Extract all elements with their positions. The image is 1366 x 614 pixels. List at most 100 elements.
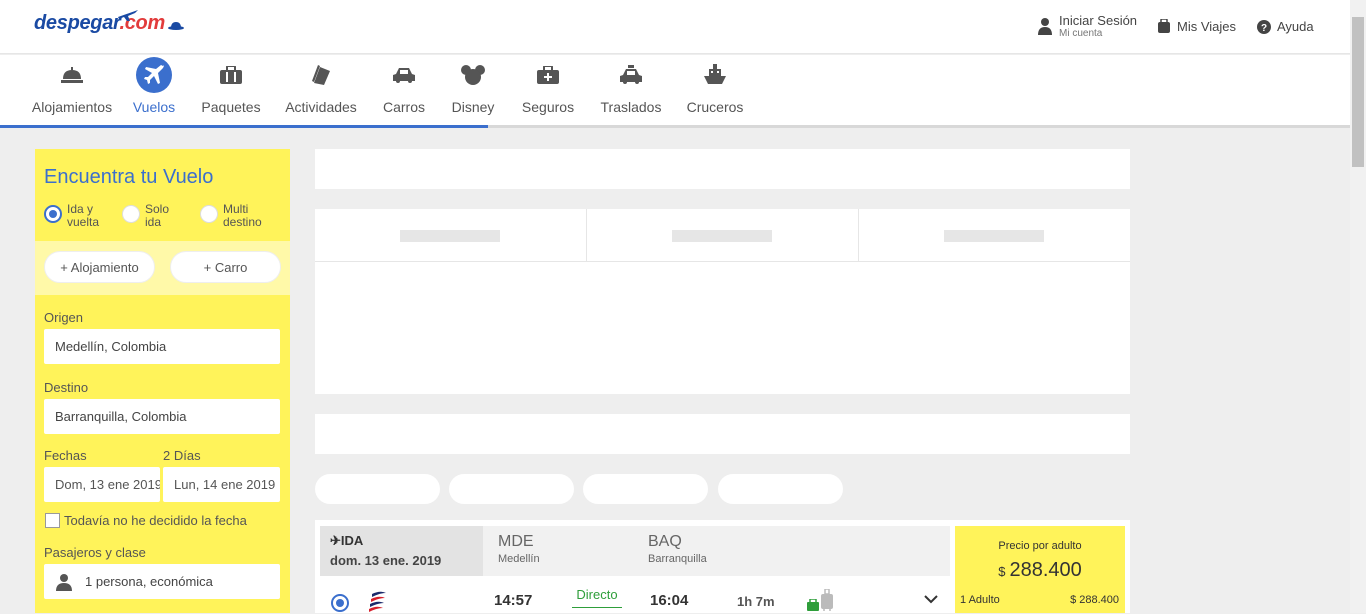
add-car-button[interactable]: + Carro [170, 251, 281, 283]
passengers-value: 1 persona, económica [85, 574, 213, 589]
page-scrollbar[interactable] [1350, 0, 1366, 613]
suitcase-icon [213, 57, 249, 93]
car-icon [386, 57, 422, 93]
nav-item-seguros[interactable]: Seguros [522, 55, 574, 125]
trip-type-multidestination[interactable]: Multi destino [200, 203, 262, 229]
nav-item-vuelos[interactable]: Vuelos [130, 55, 178, 125]
checkbox-label: Todavía no he decidido la fecha [64, 513, 247, 528]
signin-label: Iniciar Sesión [1059, 13, 1138, 28]
medkit-icon [530, 57, 566, 93]
radio-button[interactable] [44, 205, 62, 223]
flight-option-row[interactable]: 14:57 Directo 16:04 1h 7m [315, 580, 950, 613]
addons-bar: + Alojamiento + Carro [35, 241, 290, 295]
airport-city: Barranquilla [648, 553, 707, 565]
passengers-label: Pasajeros y clase [44, 545, 146, 560]
radio-button[interactable] [200, 205, 218, 223]
radio-label: vuelta [67, 215, 100, 229]
radio-button[interactable] [122, 205, 140, 223]
nav-label: Disney [451, 99, 495, 115]
flight-date: dom. 13 ene. 2019 [330, 553, 442, 568]
loading-filter-pill [315, 474, 440, 504]
signin-menu[interactable]: Iniciar Sesión Mi cuenta [1038, 13, 1137, 39]
days-count-label: 2 Días [163, 448, 201, 463]
chevron-down-icon[interactable] [924, 594, 938, 604]
trip-type-oneway[interactable]: Solo ida [122, 203, 169, 229]
price-amount: $288.400 [955, 559, 1125, 582]
checkbox[interactable] [45, 513, 60, 528]
loading-filter-pill [449, 474, 574, 504]
loading-matrix-placeholder [315, 209, 1130, 394]
nav-label: Alojamientos [31, 99, 113, 115]
price-label: Precio por adulto [998, 540, 1082, 552]
flight-search-panel: Encuentra tu Vuelo Ida y vuelta Solo ida M… [35, 149, 290, 613]
nav-item-carros[interactable]: Carros [382, 55, 426, 125]
top-header: despegar.com Iniciar Sesión Mi cuenta Mi… [0, 0, 1350, 54]
baggage-info[interactable] [807, 589, 834, 611]
departure-time: 14:57 [494, 592, 533, 609]
radio-label: ida [145, 215, 162, 229]
currency-symbol: $ [998, 564, 1006, 579]
stops-label[interactable]: Directo [572, 587, 622, 608]
origin-airport: MDE Medellín [498, 533, 540, 565]
return-date-input[interactable]: Lun, 14 ene 2019 [163, 467, 280, 502]
luggage-icon [1158, 19, 1170, 33]
departure-date-input[interactable]: Dom, 13 ene 2019 [44, 467, 160, 502]
airport-code: BAQ [648, 533, 682, 550]
nav-label: Vuelos [132, 99, 176, 115]
nav-item-traslados[interactable]: Traslados [600, 55, 662, 125]
trip-type-roundtrip[interactable]: Ida y vuelta [44, 203, 99, 229]
nav-item-actividades[interactable]: Actividades [285, 55, 357, 125]
tickets-icon [303, 57, 339, 93]
origin-input[interactable]: Medellín, Colombia [44, 329, 280, 364]
my-trips-label: Mis Viajes [1177, 19, 1237, 34]
bell-icon [54, 57, 90, 93]
destination-airport: BAQ Barranquilla [648, 533, 707, 565]
despegar-logo[interactable]: despegar.com [34, 10, 184, 35]
handbag-icon [807, 599, 819, 611]
taxi-icon [613, 57, 649, 93]
price-value: 288.400 [1009, 559, 1082, 581]
flight-duration: 1h 7m [737, 594, 775, 609]
logo-plane-icon [118, 10, 138, 21]
nav-label: Cruceros [686, 99, 744, 115]
nav-label: Actividades [285, 99, 357, 115]
divider [586, 209, 587, 261]
nav-active-indicator [0, 125, 488, 128]
add-lodging-button[interactable]: + Alojamiento [44, 251, 155, 283]
undecided-date-checkbox[interactable]: Todavía no he decidido la fecha [45, 513, 247, 528]
ship-icon [697, 57, 733, 93]
plane-icon [136, 57, 172, 93]
airline-logo-icon [369, 591, 386, 612]
logo-hat-icon [167, 22, 184, 30]
direction-label: IDA [340, 533, 364, 548]
nav-label: Paquetes [201, 99, 261, 115]
my-trips-link[interactable]: Mis Viajes [1157, 19, 1236, 34]
nav-item-cruceros[interactable]: Cruceros [686, 55, 744, 125]
arrival-time: 16:04 [650, 592, 689, 609]
divider [315, 261, 1130, 262]
nav-label: Traslados [600, 99, 662, 115]
nav-item-alojamientos[interactable]: Alojamientos [31, 55, 113, 125]
help-label: Ayuda [1277, 19, 1314, 34]
passengers-select[interactable]: 1 persona, económica [44, 564, 280, 599]
direction-tag: ✈IDA dom. 13 ene. 2019 [320, 526, 483, 576]
mickey-icon [455, 57, 491, 93]
svg-text:?: ? [1261, 23, 1267, 34]
checked-bag-icon [821, 589, 833, 611]
nav-item-paquetes[interactable]: Paquetes [201, 55, 261, 125]
divider [858, 209, 859, 261]
scrollbar-thumb[interactable] [1352, 17, 1364, 167]
nav-item-disney[interactable]: Disney [450, 55, 496, 125]
help-icon: ? [1257, 19, 1271, 34]
flight-select-radio[interactable] [331, 594, 349, 612]
search-title: Encuentra tu Vuelo [44, 166, 214, 188]
destination-input[interactable]: Barranquilla, Colombia [44, 399, 280, 434]
airport-code: MDE [498, 533, 534, 550]
loading-banner-placeholder [315, 149, 1130, 189]
radio-label: destino [223, 215, 262, 229]
origin-label: Origen [44, 310, 84, 325]
nav-label: Seguros [521, 99, 575, 115]
loading-toolbar-placeholder [315, 414, 1130, 454]
nav-label: Carros [382, 99, 425, 115]
help-link[interactable]: ? Ayuda [1257, 19, 1314, 34]
